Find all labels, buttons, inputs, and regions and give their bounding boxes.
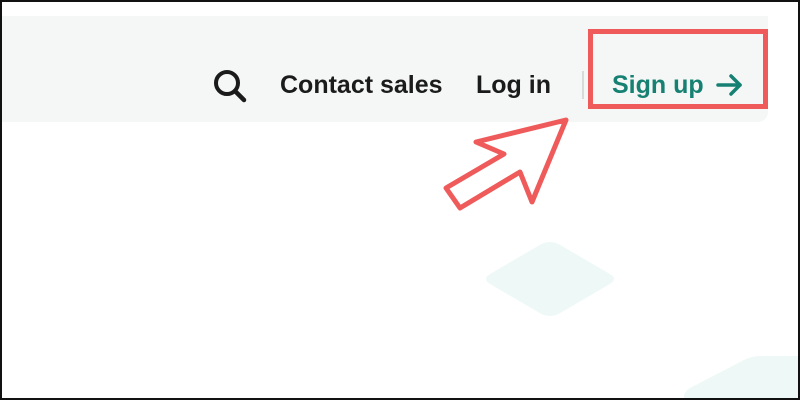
background-diamond-shape <box>486 242 614 316</box>
pointer-arrow-icon <box>443 117 569 211</box>
sign-up-button[interactable]: Sign up <box>612 69 744 101</box>
nav-divider <box>582 71 584 99</box>
top-navigation-bar: Contact sales Log in Sign up <box>2 16 768 122</box>
search-icon <box>214 70 247 103</box>
background-corner-shape <box>684 356 798 398</box>
contact-sales-link[interactable]: Contact sales <box>280 69 443 101</box>
sign-up-label: Sign up <box>612 71 704 99</box>
arrow-right-icon <box>715 74 742 96</box>
search-button[interactable] <box>210 66 250 106</box>
log-in-link[interactable]: Log in <box>476 69 551 101</box>
screenshot-frame: Contact sales Log in Sign up <box>0 0 800 400</box>
